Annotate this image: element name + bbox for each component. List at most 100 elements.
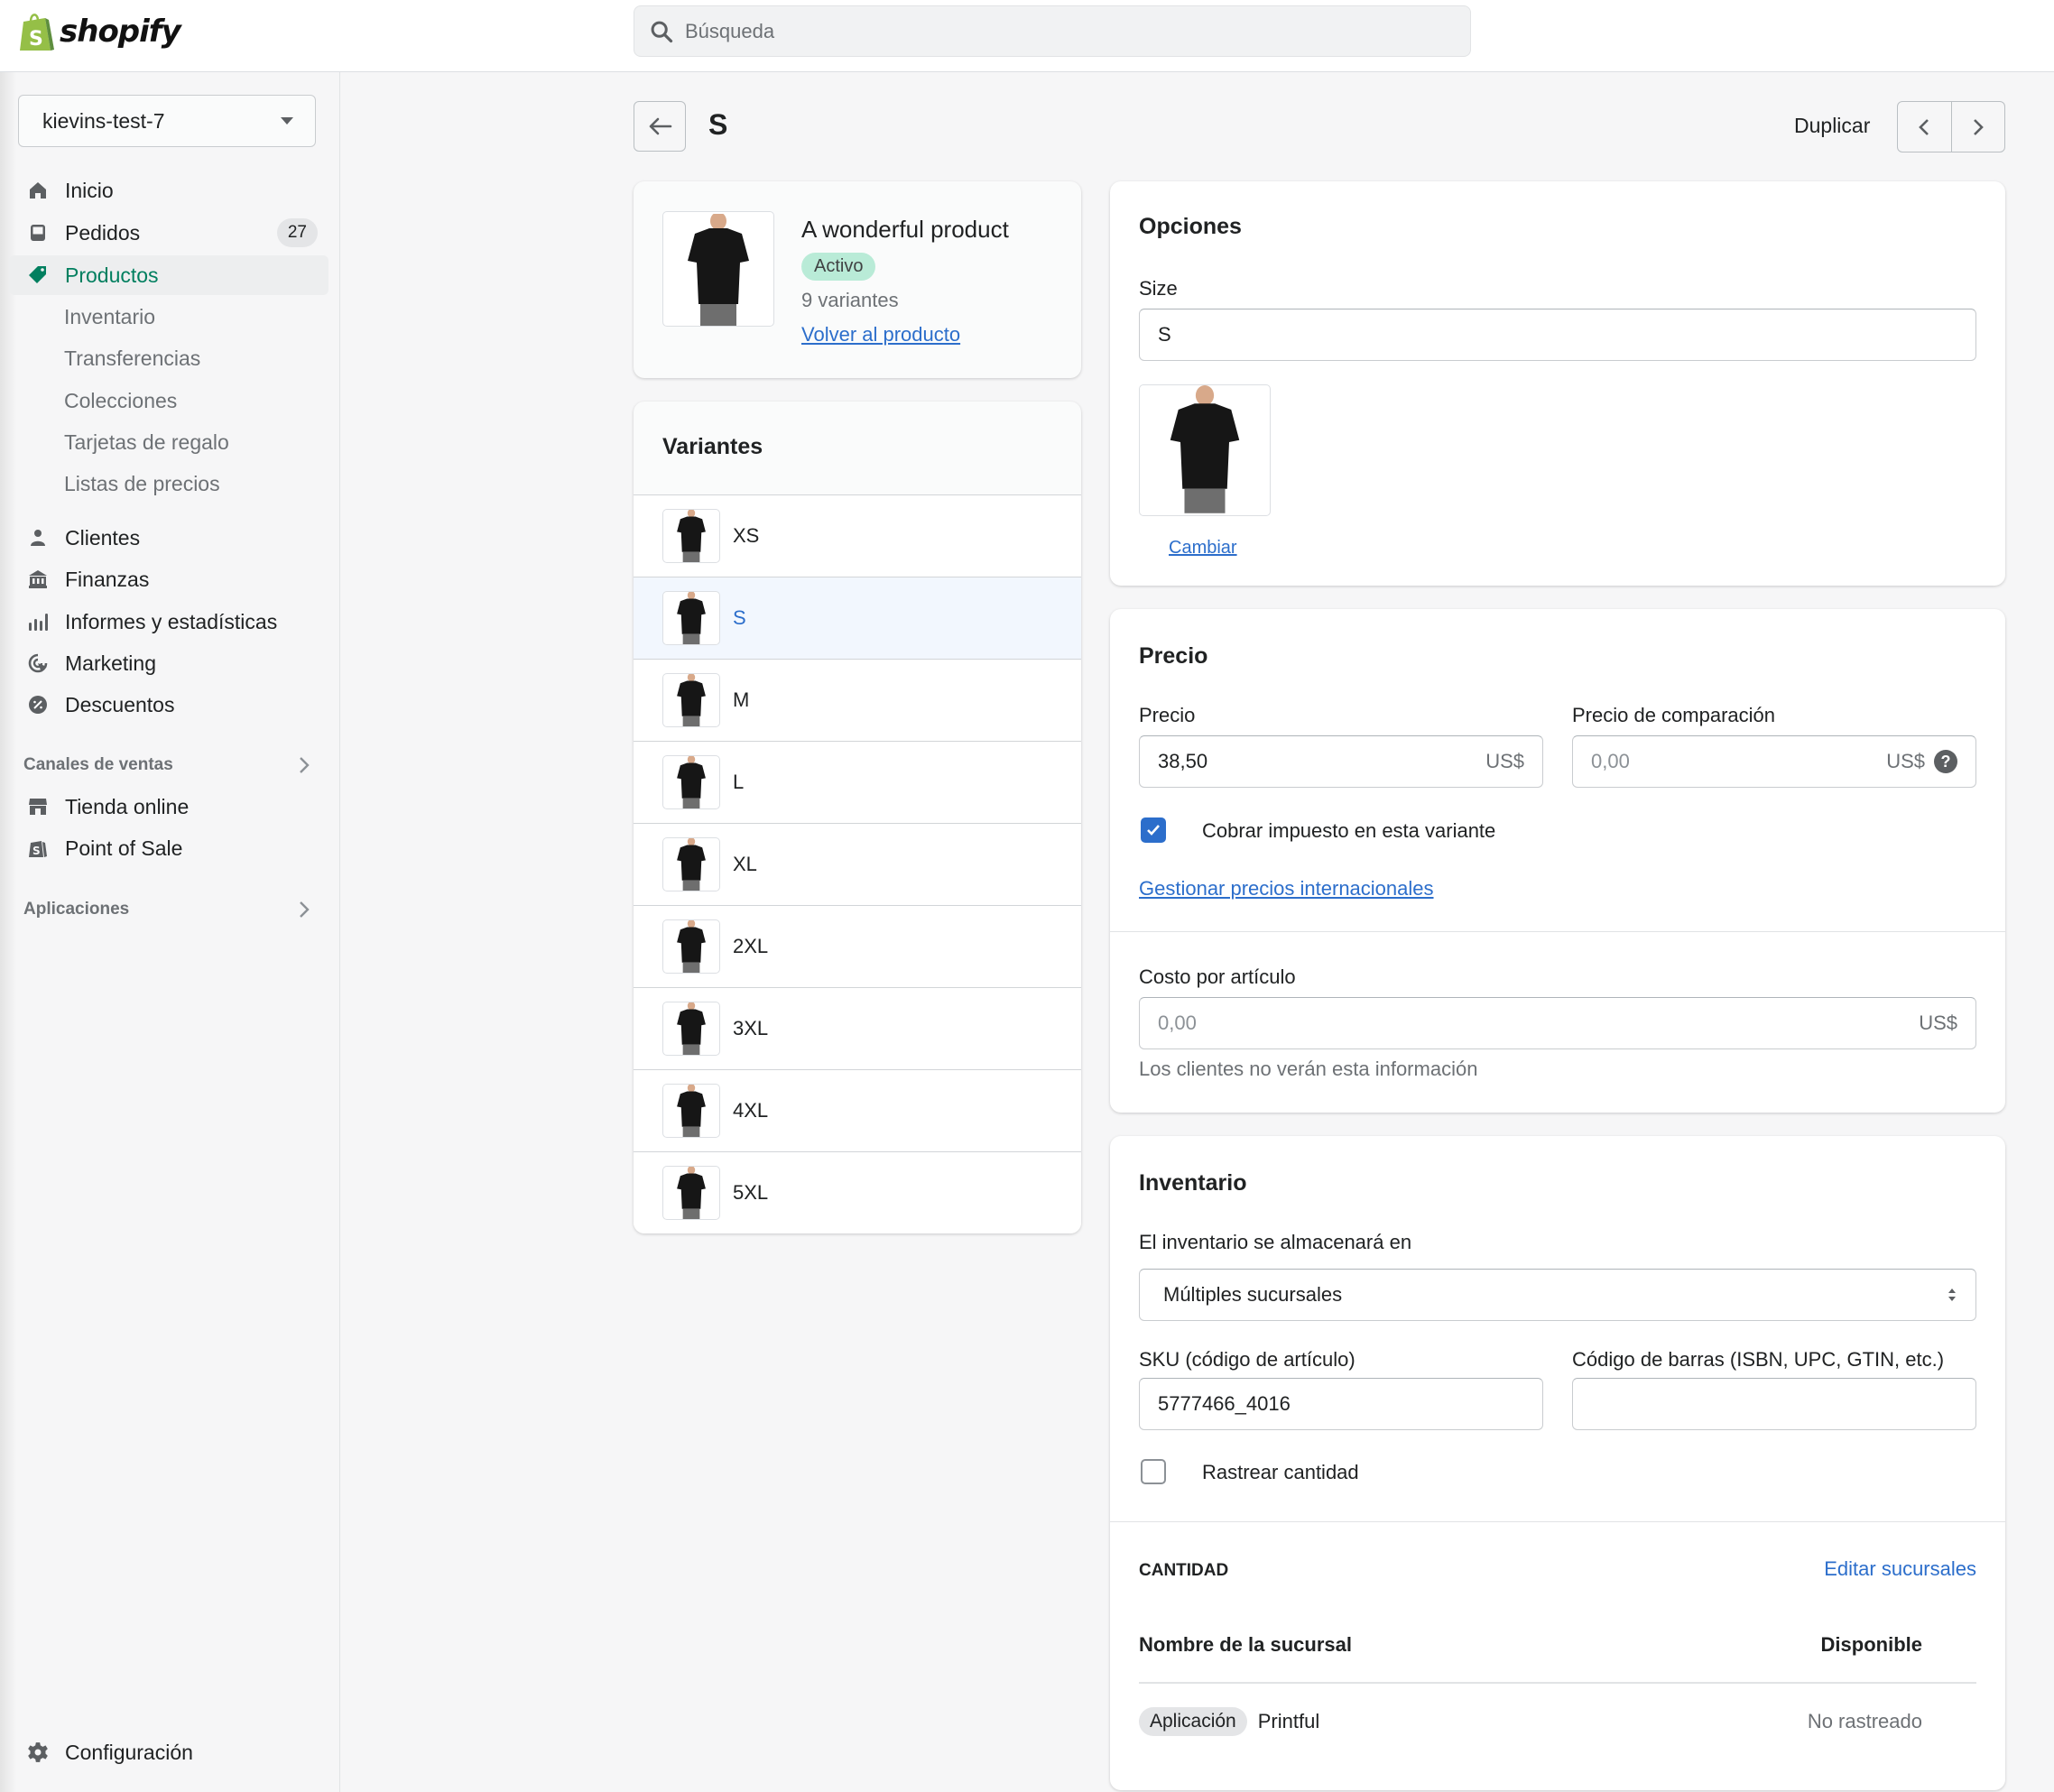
barcode-label: Código de barras (ISBN, UPC, GTIN, etc.) [1572, 1348, 1945, 1371]
variant-row-2xl[interactable]: 2XL [634, 905, 1081, 987]
back-to-product-link[interactable]: Volver al producto [801, 323, 960, 346]
variant-label: L [733, 771, 745, 793]
status-badge: Activo [801, 253, 876, 281]
store-selector[interactable]: kievins-test-7 [18, 95, 316, 147]
options-title: Opciones [1139, 214, 1242, 239]
sidebar-item-label: Transferencias [64, 346, 201, 370]
page-title: S [708, 108, 728, 141]
variant-row-4xl[interactable]: 4XL [634, 1069, 1081, 1151]
shopify-bag-icon: S [20, 14, 54, 51]
sidebar-item-productos[interactable]: Productos [9, 255, 328, 295]
table-row: Aplicación Printful No rastreado [1139, 1707, 1976, 1736]
sidebar-item-listas-precios[interactable]: Listas de precios [9, 464, 328, 503]
sidebar-item-descuentos[interactable]: Descuentos [9, 685, 328, 725]
variant-thumbnail [662, 1166, 720, 1220]
sidebar-item-label: Colecciones [64, 388, 178, 412]
variant-row-5xl[interactable]: 5XL [634, 1151, 1081, 1233]
size-field[interactable] [1139, 309, 1976, 361]
tshirt-image [677, 1085, 706, 1137]
price-input[interactable] [1158, 750, 1486, 773]
svg-text:S: S [29, 28, 43, 51]
size-label: Size [1139, 277, 1178, 300]
compare-price-input[interactable] [1591, 750, 1887, 773]
tshirt-image [688, 214, 749, 326]
sidebar-item-label: Tienda online [65, 794, 190, 818]
sidebar-item-tienda-online[interactable]: Tienda online [9, 787, 328, 827]
barcode-input[interactable] [1591, 1392, 1957, 1416]
variant-thumbnail [662, 1084, 720, 1138]
variant-row-s[interactable]: S [634, 577, 1081, 659]
variant-image[interactable] [1139, 384, 1271, 516]
shopify-logo[interactable]: S shopify [18, 11, 181, 52]
sidebar-item-inventario[interactable]: Inventario [9, 297, 328, 337]
currency-suffix: US$ [1886, 750, 1925, 772]
caret-down-icon [281, 117, 293, 125]
variant-thumbnail [662, 755, 720, 809]
available-value: No rastreado [1807, 1710, 1922, 1732]
change-image-link[interactable]: Cambiar [1169, 538, 1237, 559]
variants-title: Variantes [662, 434, 763, 459]
checkmark-icon [1147, 825, 1160, 836]
cost-input[interactable] [1158, 1011, 1920, 1035]
sidebar-item-marketing[interactable]: Marketing [9, 643, 328, 683]
cost-field[interactable]: US$ [1139, 997, 1976, 1049]
sidebar-item-configuracion[interactable]: Configuración [9, 1732, 328, 1772]
variant-label: 2XL [733, 935, 769, 957]
variant-row-3xl[interactable]: 3XL [634, 987, 1081, 1069]
sidebar-item-inicio[interactable]: Inicio [9, 171, 328, 210]
sidebar-item-label: Descuentos [65, 692, 175, 716]
search-bar[interactable] [634, 5, 1471, 57]
sku-input[interactable] [1158, 1392, 1524, 1416]
sidebar-item-finanzas[interactable]: Finanzas [9, 559, 328, 599]
charge-tax-checkbox[interactable] [1141, 817, 1166, 843]
sidebar-item-pedidos[interactable]: Pedidos 27 [9, 213, 328, 253]
quantity-heading: CANTIDAD [1139, 1561, 1229, 1580]
variant-row-xl[interactable]: XL [634, 823, 1081, 905]
variant-row-m[interactable]: M [634, 659, 1081, 741]
variant-row-xs[interactable]: XS [634, 494, 1081, 577]
sidebar-item-label: Pedidos [65, 220, 141, 245]
variant-pager [1897, 101, 2005, 152]
stored-location-select[interactable]: Múltiples sucursales [1139, 1269, 1976, 1321]
sidebar-item-point-of-sale[interactable]: S Point of Sale [9, 828, 328, 868]
size-input[interactable] [1158, 323, 1957, 346]
search-input[interactable] [685, 19, 1407, 43]
variant-label: 4XL [733, 1099, 769, 1122]
help-icon[interactable]: ? [1934, 750, 1957, 773]
product-image [662, 211, 774, 327]
edit-locations-link[interactable]: Editar sucursales [1824, 1557, 1976, 1581]
store-icon [25, 794, 51, 819]
sidebar-item-colecciones[interactable]: Colecciones [9, 381, 328, 420]
sku-field[interactable] [1139, 1378, 1543, 1430]
svg-text:S: S [32, 845, 41, 857]
location-name: Printful [1257, 1710, 1320, 1732]
sales-channels-header[interactable]: Canales de ventas [23, 755, 312, 775]
sidebar: kievins-test-7 Inicio Pedidos 27 Product… [0, 72, 340, 1792]
compare-price-field[interactable]: US$ ? [1572, 735, 1976, 788]
tag-icon [25, 263, 51, 288]
duplicate-button[interactable]: Duplicar [1794, 114, 1870, 138]
next-variant-button[interactable] [1952, 102, 2005, 152]
tshirt-image [677, 756, 706, 808]
international-pricing-link[interactable]: Gestionar precios internacionales [1139, 877, 1434, 901]
charge-tax-label: Cobrar impuesto en esta variante [1202, 819, 1496, 842]
apps-header[interactable]: Aplicaciones [23, 900, 312, 919]
price-field[interactable]: US$ [1139, 735, 1543, 788]
variant-row-l[interactable]: L [634, 741, 1081, 823]
sidebar-item-label: Point of Sale [65, 836, 183, 860]
sidebar-item-tarjetas-regalo[interactable]: Tarjetas de regalo [9, 422, 328, 462]
previous-variant-button[interactable] [1898, 102, 1952, 152]
sidebar-item-transferencias[interactable]: Transferencias [9, 338, 328, 378]
available-column-header: Disponible [1820, 1633, 1922, 1656]
sidebar-item-informes[interactable]: Informes y estadísticas [9, 602, 328, 642]
track-quantity-checkbox[interactable] [1141, 1459, 1166, 1484]
store-name: kievins-test-7 [42, 108, 165, 133]
variant-thumbnail [662, 919, 720, 974]
product-name: A wonderful product [801, 216, 1009, 243]
sidebar-item-clientes[interactable]: Clientes [9, 518, 328, 558]
sidebar-item-label: Tarjetas de regalo [64, 430, 229, 454]
back-button[interactable] [634, 101, 686, 152]
chevron-right-icon [300, 757, 310, 773]
brand-name: shopify [60, 14, 181, 50]
barcode-field[interactable] [1572, 1378, 1976, 1430]
